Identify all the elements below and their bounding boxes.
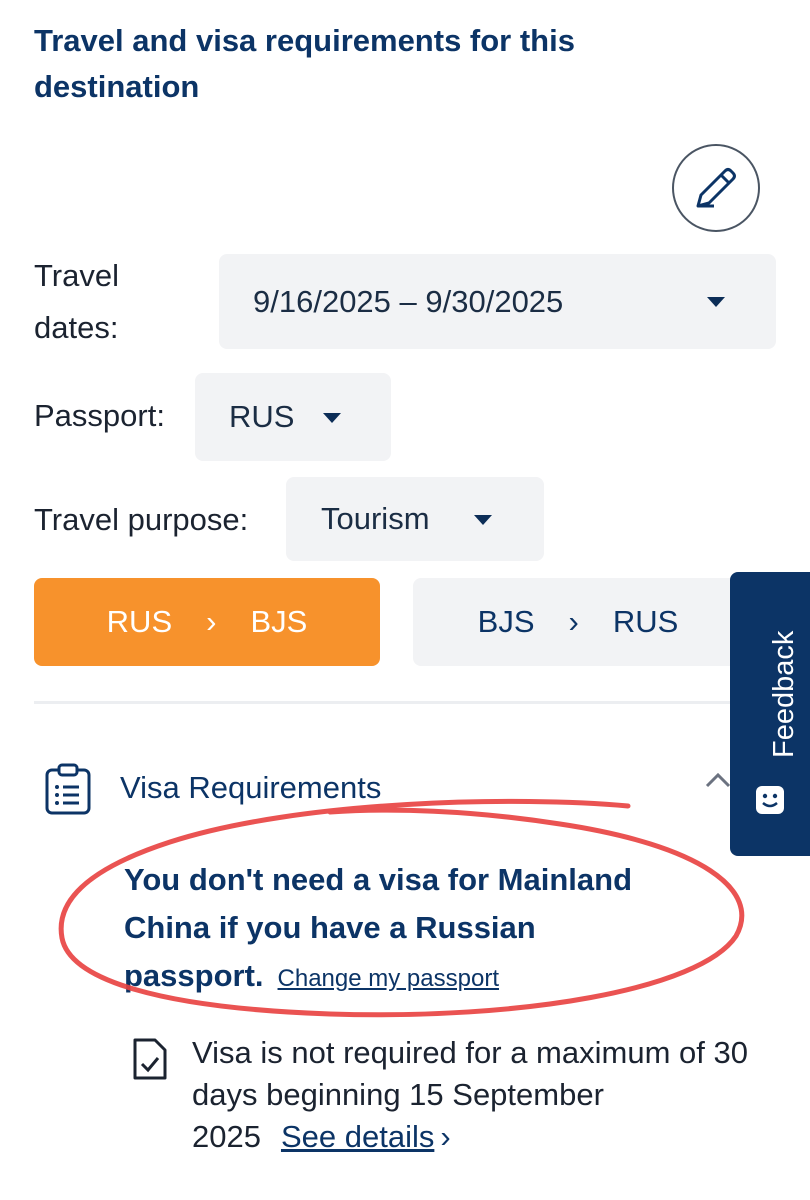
feedback-label: Feedback bbox=[767, 630, 800, 758]
chevron-right-icon: › bbox=[440, 1119, 451, 1154]
feedback-tab[interactable]: Feedback bbox=[730, 572, 810, 856]
annotation-circle bbox=[58, 798, 745, 1018]
see-details-link[interactable]: See details bbox=[281, 1119, 434, 1154]
document-check-icon bbox=[130, 1036, 170, 1087]
smile-icon bbox=[756, 786, 784, 814]
visa-detail-text: Visa is not required for a maximum of 30… bbox=[192, 1035, 748, 1154]
visa-detail: Visa is not required for a maximum of 30… bbox=[192, 1032, 752, 1158]
